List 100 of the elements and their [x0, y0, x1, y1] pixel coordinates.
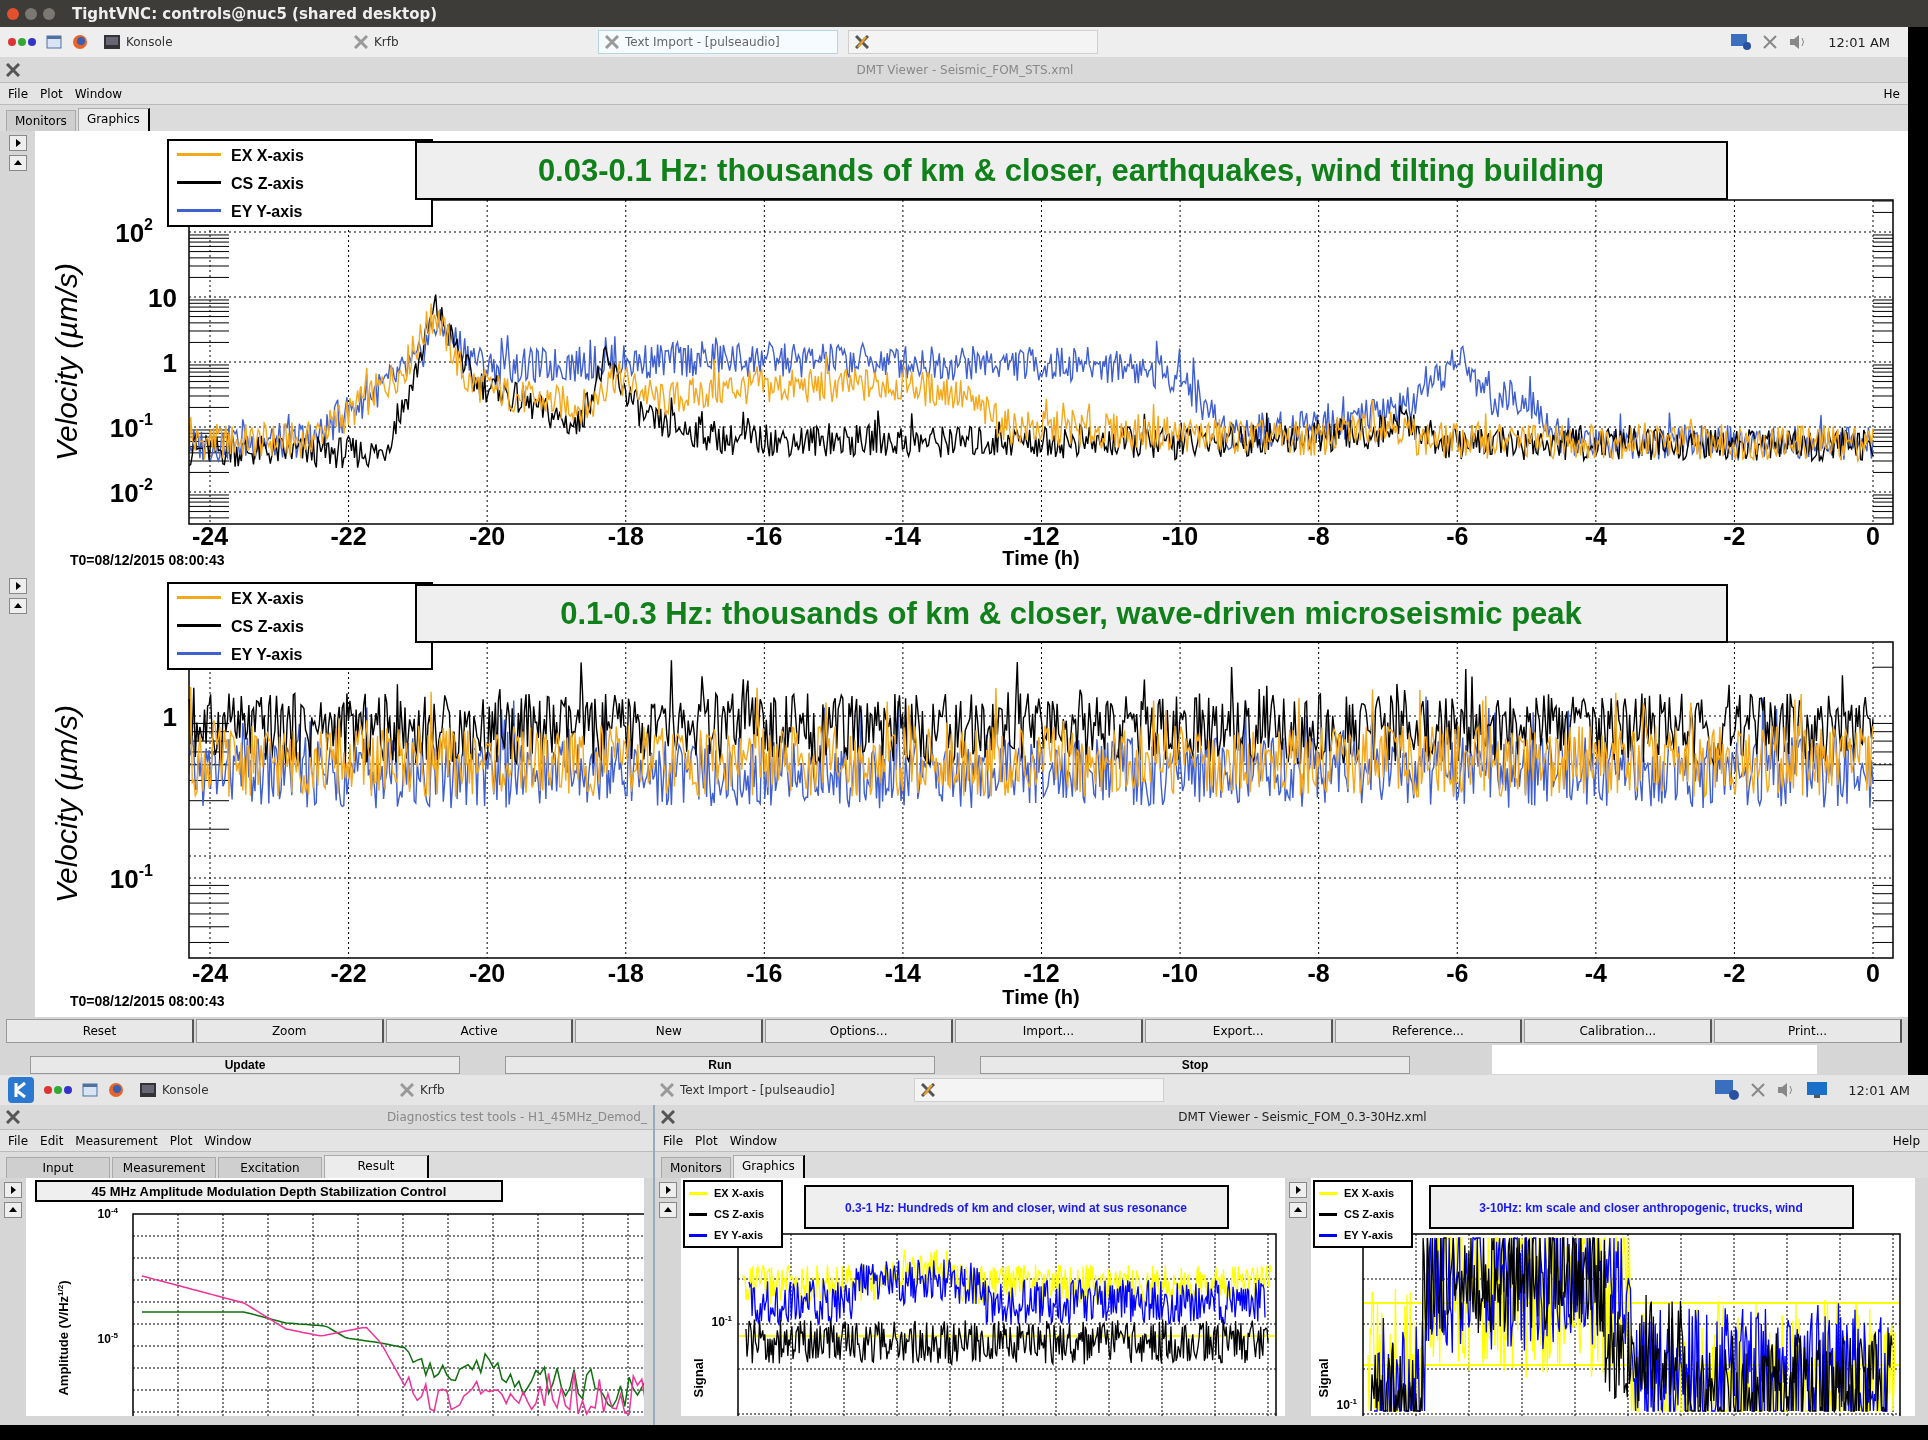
arrow-button[interactable]	[8, 135, 27, 151]
legend-label: EX X-axis	[1344, 1187, 1395, 1199]
window-icon[interactable]	[46, 34, 62, 50]
tab[interactable]: Graphics	[77, 108, 150, 131]
axis-tick-label: -4	[1584, 522, 1607, 550]
legend-label: EY Y-axis	[714, 1229, 764, 1241]
menu-item[interactable]: Measurement	[75, 1133, 158, 1148]
window-icon[interactable]	[82, 1082, 98, 1098]
toolbar-button[interactable]: New	[575, 1019, 764, 1043]
arrow-button[interactable]	[1289, 1202, 1307, 1218]
toolbar-button[interactable]: Calibration...	[1524, 1019, 1713, 1043]
menu-icon[interactable]	[8, 1077, 34, 1103]
axis-tick-label: 10$^{-1}$	[109, 862, 153, 894]
network-icon[interactable]	[1730, 33, 1753, 51]
tab[interactable]: Monitors	[661, 1157, 731, 1178]
toolbar-button[interactable]: Import...	[955, 1019, 1143, 1043]
plot-title: 0.1-0.3 Hz: thousands of km & closer, wave-driven microseismic peak	[415, 584, 1728, 643]
axis-tick-label: -12	[1023, 522, 1060, 550]
taskbar-task[interactable]: Krfb	[348, 30, 588, 54]
axis-tick-label: -6	[1446, 959, 1469, 987]
taskbar-task[interactable]: Krfb	[394, 1078, 644, 1102]
axis-tick-label: -4	[1584, 959, 1607, 987]
menu-item[interactable]: Edit	[40, 1133, 64, 1148]
action-button[interactable]: Update	[30, 1056, 460, 1074]
menu-item[interactable]: Plot	[40, 86, 63, 101]
cross-icon[interactable]	[6, 62, 20, 77]
toolbar-button[interactable]: Active	[385, 1019, 574, 1043]
taskbar-task[interactable]: Konsole	[98, 30, 338, 54]
arrow-button[interactable]	[1289, 1182, 1307, 1198]
toolbar-button[interactable]: Options...	[765, 1019, 953, 1043]
tab[interactable]: Input	[6, 1157, 110, 1178]
toolbar-button[interactable]: Zoom	[195, 1019, 384, 1043]
triangle-right-icon	[664, 1186, 672, 1194]
taskbar-task[interactable]: Text Import - [pulseaudio]	[654, 1078, 904, 1102]
menu-item[interactable]: He	[1883, 86, 1900, 101]
menu-item[interactable]: Window	[74, 86, 123, 101]
tab[interactable]: Graphics	[732, 1155, 805, 1178]
axis-title: Time (h)	[1002, 547, 1080, 569]
dots-icon[interactable]	[44, 1085, 72, 1095]
window-title: DMT Viewer - Seismic_FOM_0.3-30Hz.xml	[1177, 1110, 1428, 1124]
menu-item[interactable]: Window	[204, 1133, 252, 1148]
toolbar-button[interactable]: Reference...	[1334, 1019, 1523, 1043]
globe-icon[interactable]	[72, 34, 88, 50]
cross-icon	[921, 1083, 935, 1097]
axis-tick-label: -8	[1307, 959, 1330, 987]
axis-title: Velocity (µm/s)	[50, 263, 83, 461]
axis-tick-label: -16	[746, 522, 783, 550]
arrow-button[interactable]	[8, 578, 27, 594]
taskbar-task[interactable]: Text Import - [pulseaudio]	[598, 30, 838, 54]
menu-item[interactable]: File	[8, 1133, 29, 1148]
action-button[interactable]: Stop	[980, 1056, 1410, 1074]
triangle-up-icon	[1294, 1206, 1302, 1214]
triangle-right-icon	[1294, 1186, 1302, 1194]
menu-item[interactable]: Help	[1892, 1133, 1920, 1148]
axis-tick-label: 10	[148, 283, 177, 313]
menu-item[interactable]: Window	[729, 1133, 778, 1148]
legend-label: EY Y-axis	[231, 203, 303, 220]
taskbar-task[interactable]: Konsole	[134, 1078, 384, 1102]
tab[interactable]: Monitors	[6, 110, 76, 131]
cross-icon[interactable]	[6, 1110, 20, 1124]
arrow-button[interactable]	[659, 1182, 677, 1198]
menu-item[interactable]: Plot	[695, 1133, 718, 1148]
axis-tick-label: 1	[162, 348, 177, 378]
arrow-button[interactable]	[4, 1182, 22, 1198]
menu-item[interactable]: File	[8, 86, 29, 101]
toolbar-button[interactable]: Print...	[1714, 1019, 1902, 1043]
toolbar-button[interactable]: Export...	[1144, 1019, 1333, 1043]
axis-tick-label: -22	[330, 522, 367, 550]
triangle-up-icon	[13, 159, 22, 167]
triangle-up-icon	[13, 602, 22, 610]
clock[interactable]: 12:01 AM	[1838, 1082, 1920, 1098]
legend-label: EY Y-axis	[231, 646, 303, 663]
arrow-button[interactable]	[8, 155, 27, 171]
arrow-button[interactable]	[8, 598, 27, 614]
tab[interactable]: Result	[324, 1155, 429, 1178]
arrow-button[interactable]	[4, 1202, 22, 1218]
monitor-icon[interactable]	[1806, 1081, 1829, 1099]
globe-icon[interactable]	[108, 1082, 124, 1098]
axis-title: Signal	[691, 1358, 706, 1398]
axis-title: Velocity (µm/s)	[50, 705, 83, 903]
network-icon[interactable]	[1714, 1079, 1741, 1101]
arrow-button[interactable]	[659, 1202, 677, 1218]
action-button[interactable]: Run	[505, 1056, 935, 1074]
clock[interactable]: 12:01 AM	[1818, 34, 1900, 50]
cross-icon	[605, 35, 619, 49]
axis-tick-label: -10	[1162, 959, 1199, 987]
tab[interactable]: Measurement	[112, 1157, 216, 1178]
cross-icon	[400, 1083, 414, 1097]
window-title: DMT Viewer - Seismic_FOM_STS.xml	[855, 62, 1075, 77]
cross-icon[interactable]	[661, 1110, 675, 1124]
axis-tick-label: -22	[330, 959, 367, 987]
menu-item[interactable]: Plot	[169, 1133, 193, 1148]
tab[interactable]: Excitation	[218, 1157, 322, 1178]
toolbar-button[interactable]: Reset	[6, 1019, 194, 1043]
dots-icon[interactable]	[8, 37, 36, 47]
menu-item[interactable]: File	[663, 1133, 684, 1148]
scroll-bar[interactable]	[1908, 27, 1928, 1075]
cross-icon	[660, 1083, 674, 1097]
legend-label: CS Z-axis	[231, 618, 304, 635]
legend-label: CS Z-axis	[1344, 1208, 1395, 1220]
